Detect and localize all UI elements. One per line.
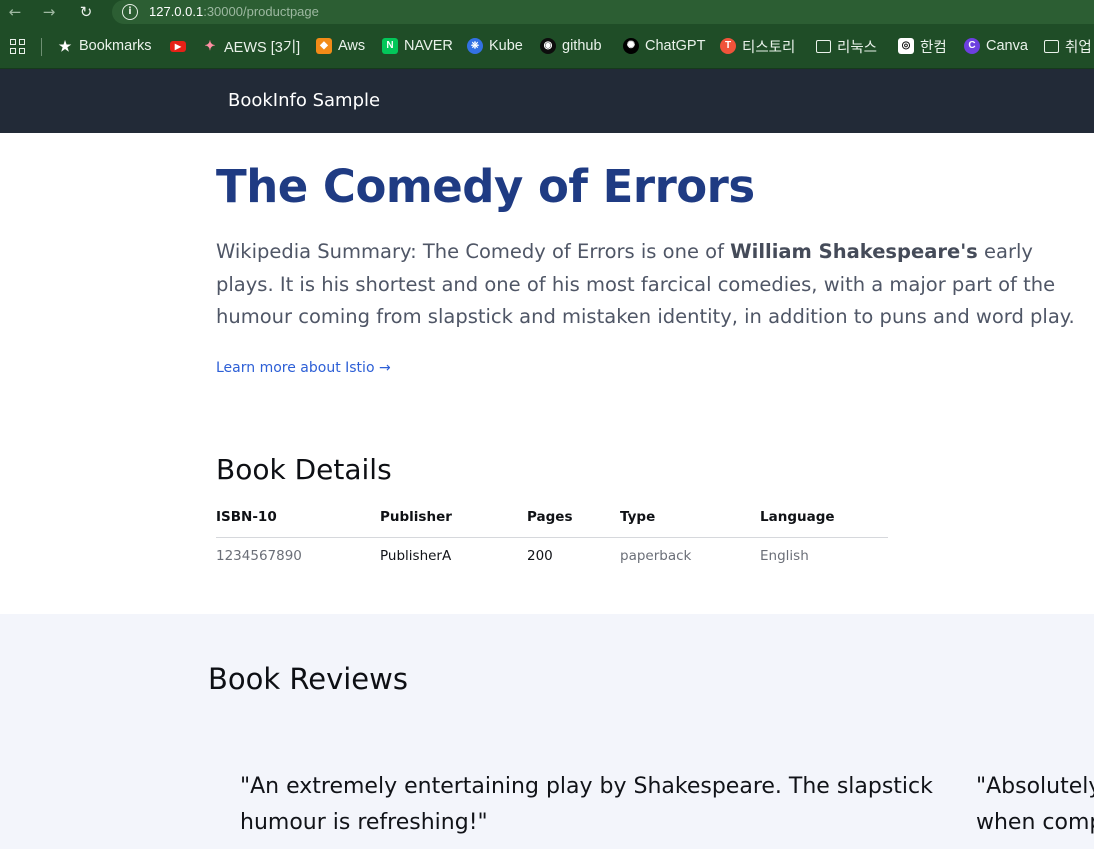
book-details-table: ISBN-10 Publisher Pages Type Language 12… bbox=[216, 497, 888, 574]
column-header-language: Language bbox=[760, 497, 888, 538]
reload-icon[interactable]: ↻ bbox=[76, 2, 96, 22]
column-header-publisher: Publisher bbox=[380, 497, 527, 538]
apps-grid-icon[interactable] bbox=[10, 39, 26, 55]
column-header-pages: Pages bbox=[527, 497, 620, 538]
cell-type: paperback bbox=[620, 548, 692, 564]
site-info-icon[interactable]: i bbox=[122, 4, 138, 20]
review-quote: "Absolutely when comp bbox=[976, 774, 1094, 835]
bookmark-youtube[interactable]: ▶ bbox=[170, 36, 192, 56]
bookmark-hancom[interactable]: ◎ 한컴 bbox=[898, 36, 947, 56]
page-title: The Comedy of Errors bbox=[216, 160, 755, 213]
youtube-icon: ▶ bbox=[170, 40, 186, 52]
url-text[interactable]: 127.0.0.1:30000/productpage bbox=[149, 3, 319, 20]
cell-publisher: PublisherA bbox=[380, 548, 452, 564]
bookmark-aws[interactable]: ◆ Aws bbox=[316, 36, 365, 56]
cell-pages: 200 bbox=[527, 548, 553, 564]
learn-more-link[interactable]: Learn more about Istio → bbox=[216, 358, 391, 378]
canva-icon: C bbox=[964, 38, 980, 54]
bookmark-aews[interactable]: ✦ AEWS [3기] bbox=[202, 36, 301, 56]
tistory-icon: T bbox=[720, 38, 736, 54]
bookmark-linux[interactable]: 리눅스 bbox=[816, 36, 877, 56]
bookmark-naver[interactable]: N NAVER bbox=[382, 36, 453, 56]
site-header: BookInfo Sample bbox=[0, 69, 1094, 133]
star-icon: ★ bbox=[58, 38, 72, 54]
bookmark-bookmarks[interactable]: ★ Bookmarks bbox=[57, 36, 152, 56]
column-header-isbn: ISBN-10 bbox=[216, 497, 380, 538]
back-arrow-icon[interactable]: ← bbox=[5, 2, 25, 22]
bookmark-canva[interactable]: C Canva bbox=[964, 36, 1028, 56]
review-quote: "An extremely entertaining play by Shake… bbox=[240, 774, 933, 835]
author-name: William Shakespeare's bbox=[730, 240, 978, 263]
cell-language: English bbox=[760, 548, 809, 564]
product-summary: Wikipedia Summary: The Comedy of Errors … bbox=[216, 236, 1094, 334]
folder-icon bbox=[816, 39, 831, 53]
naver-icon: N bbox=[382, 38, 398, 54]
brand-link[interactable]: BookInfo Sample bbox=[228, 90, 380, 112]
book-details-heading: Book Details bbox=[216, 453, 392, 486]
address-bar[interactable]: i 127.0.0.1:30000/productpage bbox=[112, 0, 1094, 24]
aws-cube-icon: ◆ bbox=[316, 38, 332, 54]
bookmark-chatgpt[interactable]: ✺ ChatGPT bbox=[623, 36, 705, 56]
bookmark-github[interactable]: ◉ github bbox=[540, 36, 602, 56]
bookmark-tistory[interactable]: T 티스토리 bbox=[720, 36, 795, 56]
table-row: 1234567890 PublisherA 200 paperback Engl… bbox=[216, 538, 888, 575]
column-header-type: Type bbox=[620, 497, 760, 538]
chatgpt-icon: ✺ bbox=[623, 38, 639, 54]
bookmark-separator bbox=[41, 38, 42, 56]
bookmark-job[interactable]: 취업 bbox=[1044, 36, 1092, 56]
table-header-row: ISBN-10 Publisher Pages Type Language bbox=[216, 497, 888, 538]
summary-text: Wikipedia Summary: The Comedy of Errors … bbox=[216, 240, 731, 263]
kubernetes-icon: ⎈ bbox=[467, 38, 483, 54]
browser-toolbar: ← → ↻ i 127.0.0.1:30000/productpage bbox=[0, 0, 1094, 24]
cell-isbn: 1234567890 bbox=[216, 548, 302, 564]
book-reviews-heading: Book Reviews bbox=[208, 662, 408, 696]
hancom-icon: ◎ bbox=[898, 38, 914, 54]
bookmark-kube[interactable]: ⎈ Kube bbox=[467, 36, 523, 56]
github-icon: ◉ bbox=[540, 38, 556, 54]
reviews-section: Book Reviews "An extremely entertaining … bbox=[0, 614, 1094, 849]
rocket-icon: ✦ bbox=[204, 38, 216, 53]
folder-icon bbox=[1044, 39, 1059, 53]
forward-arrow-icon[interactable]: → bbox=[39, 2, 59, 22]
